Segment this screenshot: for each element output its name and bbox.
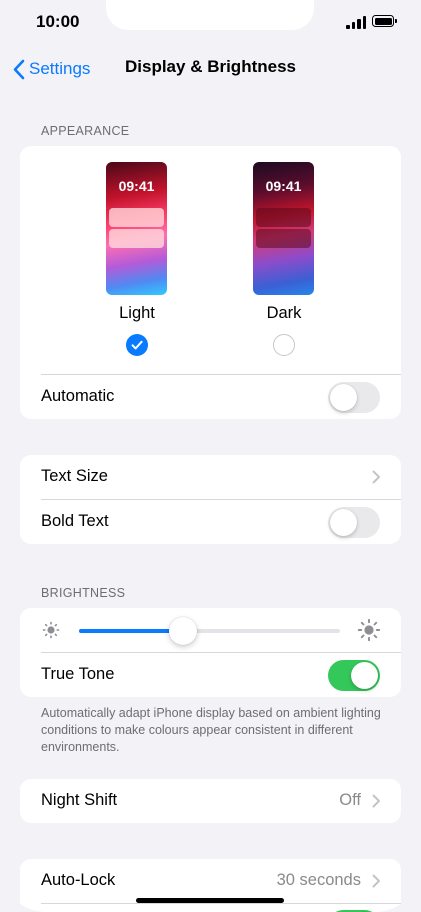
night-shift-value: Off — [339, 791, 361, 809]
nav-bar: Settings Display & Brightness — [0, 50, 421, 86]
brightness-slider-fill — [79, 629, 184, 633]
light-mode-label: Light — [119, 304, 155, 322]
brightness-section-label: BRIGHTNESS — [41, 586, 126, 600]
dark-mode-label: Dark — [266, 304, 302, 322]
true-tone-label: True Tone — [41, 665, 115, 683]
page-title: Display & Brightness — [125, 57, 296, 76]
sun-small-icon — [42, 621, 60, 639]
bold-text-row: Bold Text — [20, 500, 401, 544]
chevron-right-icon — [372, 470, 380, 484]
dark-preview-banner — [256, 229, 311, 248]
appearance-card: 09:41 09:41 Light Dark Automatic — [20, 146, 401, 419]
dark-mode-preview[interactable]: 09:41 — [253, 162, 314, 295]
night-shift-card: Night Shift Off — [20, 779, 401, 823]
auto-lock-value: 30 seconds — [276, 871, 361, 889]
dark-mode-radio[interactable] — [273, 334, 295, 356]
chevron-right-icon — [372, 794, 380, 808]
automatic-toggle[interactable] — [328, 382, 380, 413]
checkmark-icon — [131, 340, 143, 350]
night-shift-row[interactable]: Night Shift Off — [20, 779, 401, 823]
light-preview-banner — [109, 208, 164, 227]
notch — [106, 0, 314, 30]
light-preview-banner — [109, 229, 164, 248]
automatic-row: Automatic — [20, 375, 401, 419]
sun-large-icon — [357, 618, 381, 642]
dark-preview-time: 09:41 — [265, 178, 302, 194]
light-preview-time: 09:41 — [118, 178, 155, 194]
dark-preview-banner — [256, 208, 311, 227]
text-size-row[interactable]: Text Size — [20, 455, 401, 499]
true-tone-footnote: Automatically adapt iPhone display based… — [41, 706, 381, 754]
chevron-right-icon — [372, 874, 380, 888]
night-shift-label: Night Shift — [41, 791, 118, 809]
text-settings-card: Text Size Bold Text — [20, 455, 401, 544]
brightness-slider-thumb[interactable] — [169, 617, 198, 645]
appearance-section-label: APPEARANCE — [41, 124, 130, 138]
bold-text-label: Bold Text — [41, 512, 109, 530]
status-bar: 10:00 — [0, 0, 421, 46]
status-time: 10:00 — [36, 12, 80, 31]
cellular-signal-icon — [346, 15, 368, 29]
auto-lock-label: Auto-Lock — [41, 871, 116, 889]
screen: 10:00 Settings Display & Brightness APPE… — [0, 0, 421, 912]
toggle-knob — [330, 509, 357, 536]
text-size-label: Text Size — [41, 467, 108, 485]
true-tone-toggle[interactable] — [328, 660, 380, 691]
divider — [41, 903, 401, 904]
home-indicator[interactable] — [136, 898, 284, 903]
brightness-slider-row — [20, 608, 401, 652]
brightness-slider[interactable] — [79, 617, 340, 645]
light-mode-radio[interactable] — [126, 334, 148, 356]
toggle-knob — [330, 384, 357, 411]
automatic-label: Automatic — [41, 387, 115, 405]
toggle-knob — [351, 662, 378, 689]
true-tone-row: True Tone — [20, 653, 401, 697]
brightness-card: True Tone — [20, 608, 401, 697]
auto-lock-card: Auto-Lock 30 seconds — [20, 859, 401, 912]
auto-lock-row[interactable]: Auto-Lock 30 seconds — [20, 859, 401, 903]
battery-icon — [372, 15, 397, 27]
light-mode-preview[interactable]: 09:41 — [106, 162, 167, 295]
bold-text-toggle[interactable] — [328, 507, 380, 538]
